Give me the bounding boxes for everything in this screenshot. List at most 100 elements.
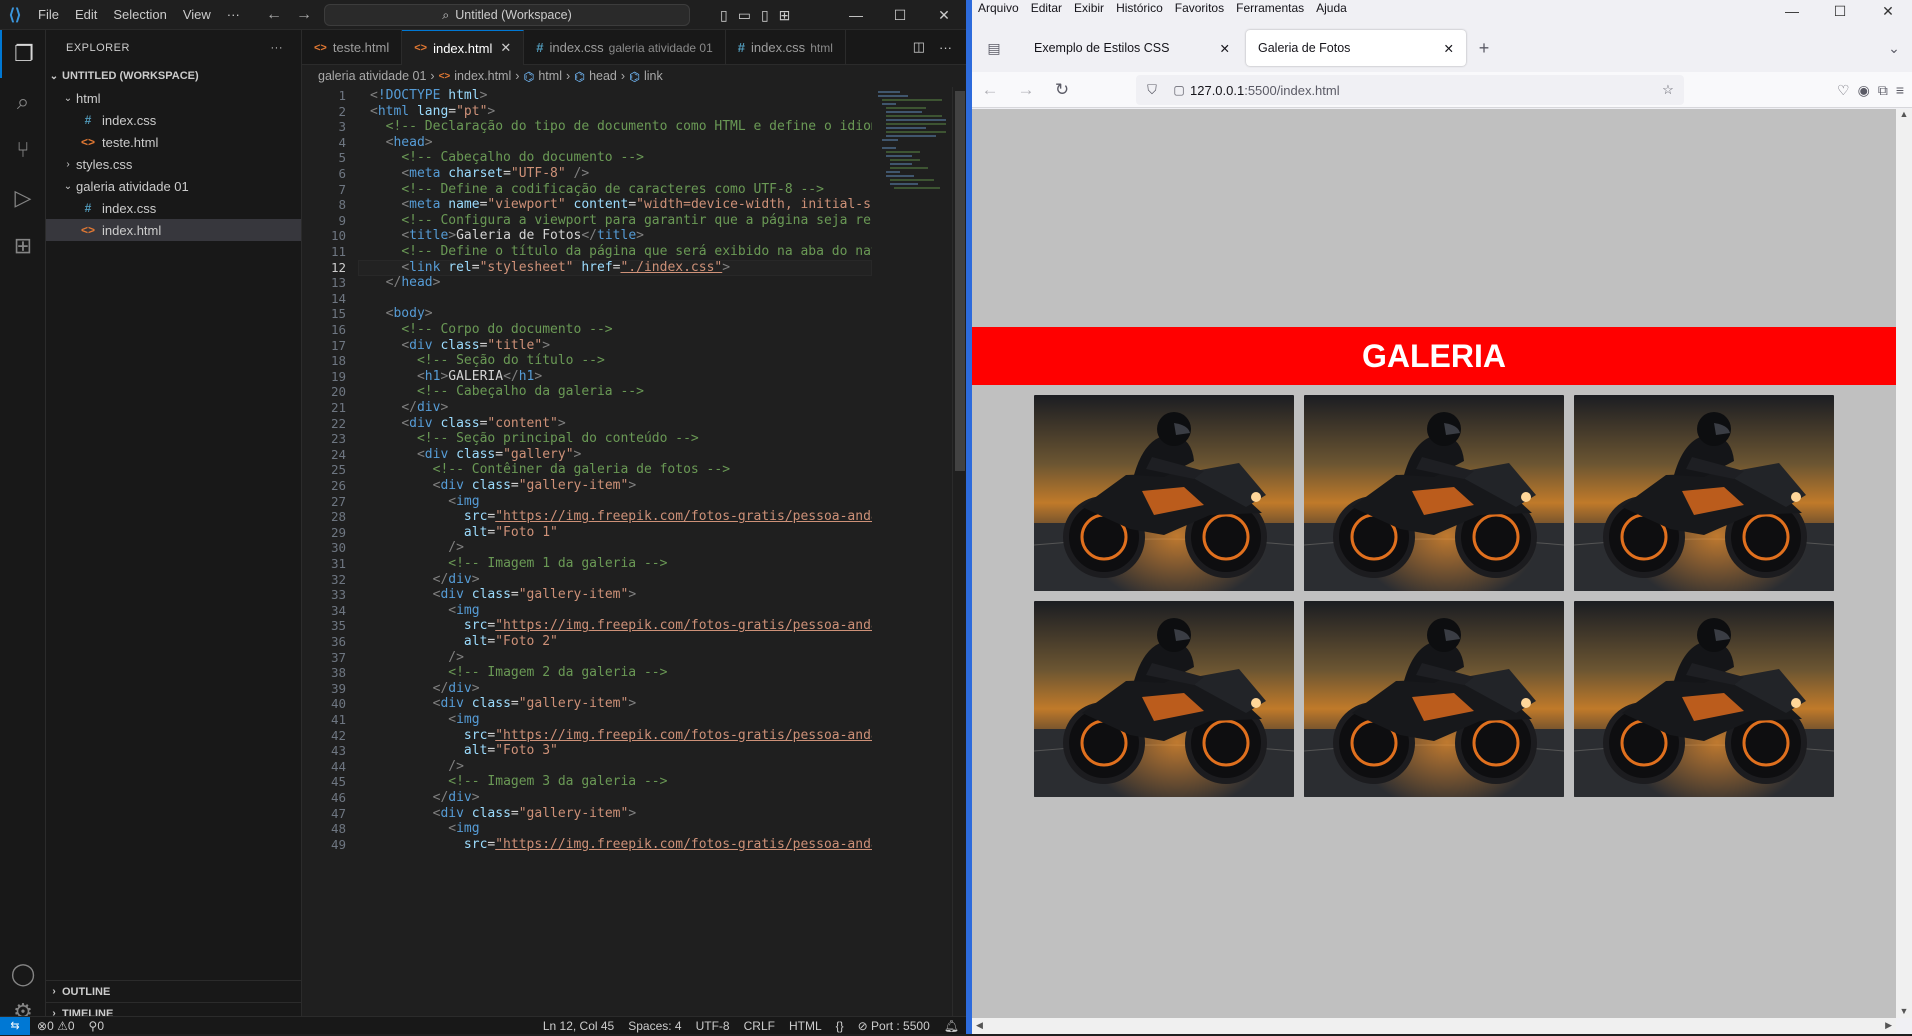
tab-index-css-galeria[interactable]: # index.css galeria atividade 01 (524, 30, 726, 65)
gallery-item[interactable] (1034, 601, 1294, 797)
code-line[interactable]: src="https://img.freepik.com/fotos-grati… (370, 728, 872, 743)
code-line[interactable]: <meta name="viewport" content="width=dev… (370, 197, 872, 212)
code-line[interactable]: <!-- Corpo do documento --> (370, 322, 612, 337)
tree-file-index-html[interactable]: <> index.html (46, 219, 301, 241)
code-line[interactable]: <!-- Seção principal do conteúdo --> (370, 431, 699, 446)
gallery-item[interactable] (1574, 395, 1834, 591)
extensions-icon[interactable]: ⧉ (1878, 82, 1888, 99)
problems-indicator[interactable]: ⊗0 ⚠0 (30, 1019, 82, 1033)
code-editor[interactable]: 1 <!DOCTYPE html> 2 <html lang="pt"> 3 <!-- … (302, 87, 872, 1016)
account-icon[interactable]: ◉ (1858, 82, 1870, 99)
minimap[interactable] (872, 87, 952, 1016)
menu-view[interactable]: View (175, 0, 219, 30)
encoding[interactable]: UTF-8 (689, 1019, 737, 1033)
code-line[interactable]: <div class="gallery-item"> (370, 478, 637, 493)
language-mode[interactable]: HTML (782, 1019, 829, 1033)
menu-selection[interactable]: Selection (105, 0, 174, 30)
code-line[interactable]: <img (370, 821, 479, 836)
code-line[interactable]: <meta charset="UTF-8" /> (370, 166, 589, 181)
code-line[interactable]: alt="Foto 1" (370, 525, 558, 540)
page-info-icon[interactable]: ▢ (1168, 83, 1190, 97)
code-line[interactable]: <div class="gallery"> (370, 447, 581, 462)
code-line[interactable]: <html lang="pt"> (370, 104, 495, 119)
menu-more[interactable]: ··· (219, 0, 248, 30)
customize-layout-icon[interactable]: ⊞ (779, 7, 791, 24)
menu-favoritos[interactable]: Favoritos (1169, 1, 1230, 15)
gallery-item[interactable] (1304, 601, 1564, 797)
forward-arrow-icon[interactable]: → (1008, 80, 1044, 100)
tree-folder-styles-css[interactable]: › styles.css (46, 153, 301, 175)
bookmark-star-icon[interactable]: ☆ (1652, 82, 1684, 98)
list-tabs-icon[interactable]: ⌄ (1876, 40, 1912, 57)
shield-icon[interactable]: ⛉ (1136, 82, 1168, 98)
code-line[interactable]: <img (370, 603, 479, 618)
scroll-right-icon[interactable]: ▶ (1885, 1020, 1892, 1031)
source-control-icon[interactable]: ⑂ (0, 126, 46, 174)
tab-index-css-html[interactable]: # index.css html (726, 30, 846, 65)
breadcrumb-item[interactable]: link (644, 69, 663, 83)
scroll-down-icon[interactable]: ▼ (1896, 1006, 1912, 1016)
close-icon[interactable]: ✕ (922, 7, 966, 24)
code-line[interactable]: <!-- Cabeçalho da galeria --> (370, 384, 644, 399)
code-line[interactable]: <div class="gallery-item"> (370, 806, 637, 821)
code-line[interactable]: src="https://img.freepik.com/fotos-grati… (370, 509, 872, 524)
code-line[interactable]: <!-- Imagem 2 da galeria --> (370, 665, 667, 680)
tree-file-teste-html[interactable]: <> teste.html (46, 131, 301, 153)
tab-teste-html[interactable]: <> teste.html (302, 30, 403, 65)
minimize-icon[interactable]: — (1768, 0, 1816, 22)
forward-arrow-icon[interactable]: → (296, 6, 312, 24)
menu-editar[interactable]: Editar (1025, 1, 1068, 15)
url-bar[interactable]: ⛉ ▢ 127.0.0.1:5500/index.html ☆ (1136, 75, 1684, 105)
back-arrow-icon[interactable]: ← (266, 6, 282, 24)
breadcrumb-item[interactable]: galeria atividade 01 (318, 69, 426, 83)
maximize-icon[interactable]: ☐ (1816, 0, 1864, 22)
code-line[interactable]: <h1>GALERIA</h1> (370, 369, 542, 384)
menu-file[interactable]: File (30, 0, 67, 30)
gallery-item[interactable] (1574, 601, 1834, 797)
pocket-icon[interactable]: ♡ (1837, 82, 1850, 99)
toggle-sidebar-icon[interactable]: ▯ (720, 7, 728, 24)
code-line[interactable]: <body> (370, 306, 433, 321)
split-editor-icon[interactable]: ◫ (913, 39, 925, 55)
code-line[interactable]: <div class="gallery-item"> (370, 587, 637, 602)
command-center[interactable]: ⌕ Untitled (Workspace) (324, 4, 690, 26)
toggle-panel-icon[interactable]: ▭ (738, 7, 751, 24)
tab-index-html[interactable]: <> index.html ✕ (402, 30, 525, 65)
code-line[interactable]: src="https://img.freepik.com/fotos-grati… (370, 618, 872, 633)
tree-file-index-css[interactable]: # index.css (46, 197, 301, 219)
menu-ajuda[interactable]: Ajuda (1310, 1, 1353, 15)
editor-scrollbar[interactable] (952, 87, 966, 1016)
scroll-left-icon[interactable]: ◀ (976, 1020, 983, 1031)
code-line[interactable]: <title>Galeria de Fotos</title> (370, 228, 644, 243)
tree-file-index-css[interactable]: # index.css (46, 109, 301, 131)
toggle-secondary-sidebar-icon[interactable]: ▯ (761, 7, 769, 24)
code-line[interactable]: alt="Foto 2" (370, 634, 558, 649)
minimize-icon[interactable]: — (834, 7, 878, 23)
code-line[interactable]: <!-- Declaração do tipo de documento com… (370, 119, 872, 134)
code-line[interactable]: </div> (370, 572, 480, 587)
code-line[interactable]: <img (370, 712, 479, 727)
code-line[interactable]: /> (370, 759, 464, 774)
run-debug-icon[interactable]: ▷ (0, 174, 46, 222)
remote-icon[interactable]: ⇆ (0, 1016, 30, 1035)
menu-ferramentas[interactable]: Ferramentas (1230, 1, 1310, 15)
workspace-root[interactable]: ⌄ UNTITLED (WORKSPACE) (46, 65, 301, 87)
bell-icon[interactable]: 🔔︎ (937, 1019, 966, 1033)
menu-historico[interactable]: Histórico (1110, 1, 1169, 15)
menu-exibir[interactable]: Exibir (1068, 1, 1110, 15)
tree-folder-html[interactable]: ⌄ html (46, 87, 301, 109)
code-line[interactable]: <!-- Imagem 1 da galeria --> (370, 556, 667, 571)
code-line[interactable]: <div class="gallery-item"> (370, 696, 637, 711)
indentation[interactable]: Spaces: 4 (621, 1019, 688, 1033)
code-line[interactable]: </div> (370, 681, 480, 696)
close-tab-icon[interactable]: ✕ (1444, 41, 1454, 56)
braces-icon[interactable]: {} (829, 1019, 851, 1033)
menu-edit[interactable]: Edit (67, 0, 105, 30)
back-arrow-icon[interactable]: ← (972, 80, 1008, 100)
maximize-icon[interactable]: ☐ (878, 7, 922, 24)
code-line[interactable]: <link rel="stylesheet" href="./index.css… (370, 260, 730, 275)
code-line[interactable]: <head> (370, 135, 433, 150)
code-line[interactable]: </div> (370, 400, 448, 415)
end-of-line[interactable]: CRLF (737, 1019, 782, 1033)
page-scrollbar[interactable]: ▲ ▼ (1896, 109, 1912, 1018)
